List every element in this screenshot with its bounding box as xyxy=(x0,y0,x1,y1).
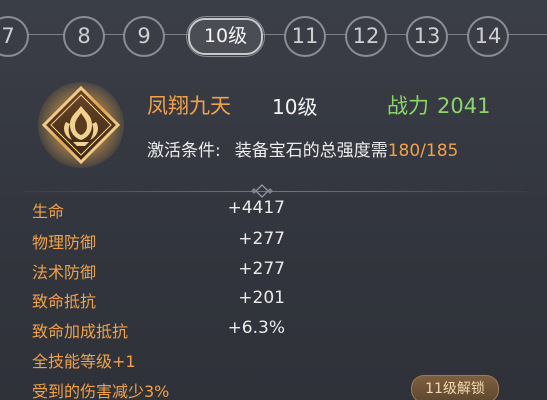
tab-level-12[interactable]: 12 xyxy=(345,16,387,57)
stat-row-crit-resist: 致命抵抗 +201 xyxy=(0,288,547,314)
gem-detail-panel: 7 8 9 10级 11 12 13 14 凤翔九天 10级 战力 2041 激… xyxy=(0,0,547,400)
tab-level-8[interactable]: 8 xyxy=(63,16,105,57)
tab-level-9[interactable]: 9 xyxy=(123,16,165,57)
activation-condition: 激活条件: 装备宝石的总强度需180/185 xyxy=(147,136,458,161)
tab-level-10[interactable]: 10级 xyxy=(186,16,265,57)
stat-name: 致命加成抵抗 xyxy=(32,322,129,341)
condition-text: 装备宝石的总强度需 xyxy=(234,141,388,161)
combat-power-value: 2041 xyxy=(437,94,491,118)
stat-row-magic-defense: 法术防御 +277 xyxy=(0,259,547,285)
stat-value: +6.3% xyxy=(227,318,285,338)
special-effect-skill-level: 全技能等级+1 xyxy=(32,352,136,371)
tab-level-14[interactable]: 14 xyxy=(467,16,509,57)
gem-name: 凤翔九天 xyxy=(147,94,231,118)
tab-level-11[interactable]: 11 xyxy=(284,16,326,57)
stat-name: 致命抵抗 xyxy=(32,292,97,311)
tab-level-13[interactable]: 13 xyxy=(406,16,448,57)
divider-ornament-icon xyxy=(251,184,273,198)
tab-level-7[interactable]: 7 xyxy=(0,16,29,57)
stat-name: 物理防御 xyxy=(32,233,97,252)
stat-value: +277 xyxy=(238,229,285,249)
gem-level: 10级 xyxy=(272,95,318,119)
stat-value: +201 xyxy=(238,288,285,308)
unlock-level-badge: 11级解锁 xyxy=(411,375,499,400)
stat-name: 生命 xyxy=(32,202,65,221)
stat-value: +4417 xyxy=(227,198,285,218)
combat-power-label: 战力 xyxy=(387,94,429,118)
stat-value: +277 xyxy=(238,259,285,279)
phoenix-flame-gem-icon xyxy=(38,82,124,168)
special-effect-damage-reduction: 受到的伤害减少3% xyxy=(32,382,170,400)
stat-name: 法术防御 xyxy=(32,263,97,282)
combat-power: 战力 2041 xyxy=(387,90,490,120)
condition-progress: 180/185 xyxy=(387,141,459,161)
condition-label: 激活条件: xyxy=(147,141,221,161)
stat-row-hp: 生命 +4417 xyxy=(0,198,547,224)
stat-row-physical-defense: 物理防御 +277 xyxy=(0,229,547,255)
stat-row-crit-damage-resist: 致命加成抵抗 +6.3% xyxy=(0,318,547,344)
